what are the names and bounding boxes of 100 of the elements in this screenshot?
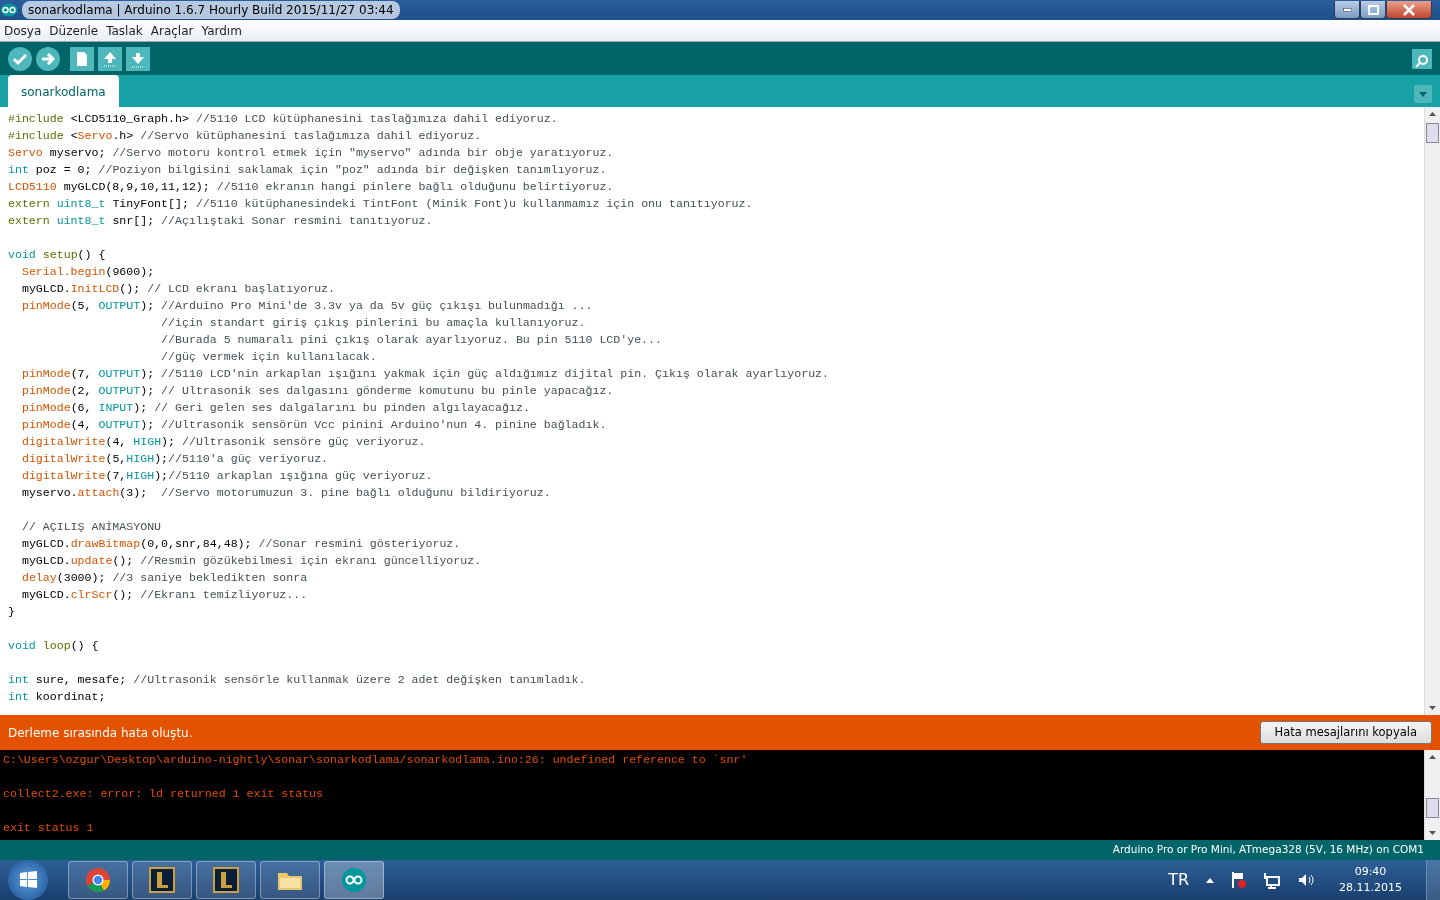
- maximize-button[interactable]: [1360, 1, 1386, 19]
- code-token: );: [161, 435, 177, 448]
- code-comment: //Resmin gözükebilmesi için ekranı güncelliyoruz.: [140, 554, 482, 567]
- code-comment: //5110 kütüphanesindeki TintFont (Minik Font)u kullanmamız için onu tanıtıyoruz.: [195, 197, 753, 210]
- tab-menu-button[interactable]: [1414, 85, 1432, 103]
- board-status: Arduino Pro or Pro Mini, ATmega328 (5V, 16 MHz) on COM1: [1112, 842, 1424, 858]
- code-token: (4,: [70, 418, 93, 431]
- code-token: (4,: [105, 435, 128, 448]
- code-comment: // LCD ekranı başlatıyoruz.: [147, 282, 336, 295]
- code-comment: //Ultrasonik sensörle kullanmak üzere 2 adet değişken tanımladık.: [133, 673, 586, 686]
- code-token: OUTPUT: [98, 299, 141, 312]
- code-token: (9600);: [105, 265, 155, 278]
- scroll-thumb[interactable]: [1426, 123, 1439, 143]
- menu-item[interactable]: Yardım: [201, 21, 242, 40]
- code-token: update: [70, 554, 113, 567]
- code-token: myGLCD.: [21, 282, 71, 295]
- taskbar-app-button[interactable]: [324, 861, 384, 899]
- language-indicator[interactable]: TR: [1168, 868, 1189, 892]
- code-token: myGLCD.: [21, 588, 71, 601]
- code-comment: // AÇILIŞ ANİMASYONU: [21, 520, 162, 533]
- code-token: HIGH: [126, 452, 155, 465]
- menu-item[interactable]: Düzenle: [49, 21, 99, 40]
- code-token: uint8_t: [56, 197, 106, 210]
- new-button[interactable]: [70, 46, 94, 71]
- menu-item[interactable]: Dosya: [4, 21, 42, 40]
- open-button[interactable]: [98, 46, 122, 71]
- taskbar-app-button[interactable]: [132, 861, 192, 899]
- upload-button[interactable]: [36, 46, 60, 71]
- start-button[interactable]: [8, 860, 48, 900]
- code-token: myservo;: [49, 146, 107, 159]
- copy-errors-button[interactable]: Hata mesajlarını kopyala: [1259, 720, 1432, 745]
- code-token: ();: [112, 588, 135, 601]
- scrollbar[interactable]: [1424, 750, 1440, 840]
- code-comment: //Poziyon bilgisini saklamak için "poz" adında bir değişken tanımlıyoruz.: [98, 163, 607, 176]
- code-token: );: [133, 401, 149, 414]
- code-token: INPUT: [98, 401, 134, 414]
- code-comment: //Ultrasonik sensöre güç veriyoruz.: [182, 435, 426, 448]
- code-token: myGLCD.: [21, 537, 71, 550]
- code-token: <LCD5110_Graph.h>: [70, 112, 190, 125]
- menu-item[interactable]: Taslak: [106, 21, 143, 40]
- arduino-logo-icon: [340, 866, 368, 894]
- code-comment: //5110 arkaplan ışığına güç veriyoruz.: [168, 469, 433, 482]
- scrollbar[interactable]: [1424, 107, 1440, 715]
- code-token: myGLCD(8,9,10,11,12);: [63, 180, 211, 193]
- code-comment: //Servo motoru kontrol etmek için "myservo" adında bir obje yaratıyoruz.: [112, 146, 614, 159]
- code-token: uint8_t: [56, 214, 106, 227]
- code-token: sure, mesafe;: [35, 673, 128, 686]
- code-comment: //5110 LCD'nin arkaplan ışığını yakmak için güç aldığımız dijital pin. Çıkış olarak ayarlıyoruz.: [161, 367, 829, 380]
- code-token: koordinat;: [35, 690, 106, 703]
- code-comment: //Ekranı temizliyoruz...: [140, 588, 308, 601]
- chrome-icon: [84, 866, 112, 894]
- clock-time[interactable]: 09:40: [1339, 864, 1402, 880]
- restore-icon: [1367, 4, 1379, 15]
- error-message: Derleme sırasında hata oluştu.: [8, 724, 193, 742]
- code-token: (5,: [70, 299, 93, 312]
- code-comment: // Geri gelen ses dalgalarını bu pinden algılayacağız.: [154, 401, 530, 414]
- code-token: setup: [42, 248, 78, 261]
- code-token: void: [8, 639, 37, 652]
- minimize-button[interactable]: [1334, 1, 1360, 19]
- code-token: );: [140, 367, 156, 380]
- taskbar-app-button[interactable]: [196, 861, 256, 899]
- console-line: exit status 1: [3, 821, 94, 834]
- code-token: ();: [119, 282, 142, 295]
- code-token: OUTPUT: [98, 367, 141, 380]
- flag-icon[interactable]: [1231, 871, 1247, 889]
- code-token: pinMode: [21, 367, 71, 380]
- scroll-thumb[interactable]: [1426, 798, 1439, 818]
- taskbar-app-button[interactable]: [260, 861, 320, 899]
- code-token: void: [8, 248, 37, 261]
- code-token: LCD5110: [8, 180, 57, 193]
- code-token: ();: [112, 554, 135, 567]
- code-token: TinyFont[];: [112, 197, 190, 210]
- network-icon[interactable]: [1263, 871, 1281, 889]
- save-button[interactable]: [126, 46, 150, 71]
- tray-arrow-icon[interactable]: [1205, 876, 1215, 884]
- code-token: myservo.: [21, 486, 78, 499]
- arduino-logo-icon: [0, 3, 18, 17]
- console-line: collect2.exe: error: ld returned 1 exit status: [3, 787, 324, 800]
- menu-item[interactable]: Araçlar: [150, 21, 194, 40]
- letter-l-icon: [148, 866, 176, 894]
- taskbar-app-button[interactable]: [68, 861, 128, 899]
- code-token: () {: [77, 248, 106, 261]
- clock-date[interactable]: 28.11.2015: [1339, 880, 1402, 896]
- window-title: sonarkodlama | Arduino 1.6.7 Hourly Build 2015/11/27 03:44: [22, 1, 400, 19]
- code-token: () {: [70, 639, 99, 652]
- serial-monitor-button[interactable]: [1412, 48, 1432, 69]
- code-token: (2,: [70, 384, 93, 397]
- code-token: poz = 0;: [35, 163, 93, 176]
- code-token: (7,: [70, 367, 93, 380]
- code-token: <: [70, 129, 78, 142]
- code-token: (0,0,snr,84,48);: [140, 537, 253, 550]
- code-token: delay: [21, 571, 57, 584]
- code-token: digitalWrite: [21, 469, 106, 482]
- editor-tab[interactable]: sonarkodlama: [8, 75, 119, 107]
- close-button[interactable]: [1386, 1, 1432, 19]
- code-comment: // Ultrasonik ses dalgasını gönderme komutunu bu pinle yapacağız.: [161, 384, 614, 397]
- code-comment: //5110 LCD kütüphanesini taslağımıza dahil ediyoruz.: [195, 112, 558, 125]
- verify-button[interactable]: [8, 46, 32, 71]
- code-token: snr[];: [112, 214, 156, 227]
- code-token: pinMode: [21, 418, 71, 431]
